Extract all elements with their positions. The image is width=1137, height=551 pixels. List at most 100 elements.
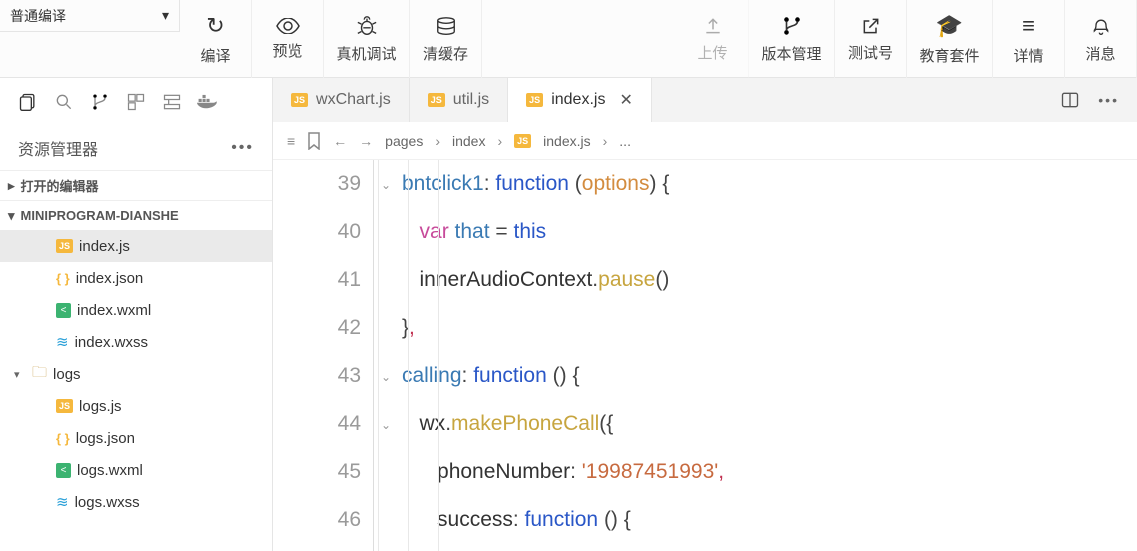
js-file-icon: JS: [428, 93, 445, 107]
explorer-header: 资源管理器 •••: [0, 126, 272, 170]
tree-file[interactable]: { }index.json: [0, 262, 272, 294]
tree-file[interactable]: JS index.js: [0, 230, 272, 262]
split-editor-icon[interactable]: [1060, 90, 1080, 110]
tree-folder[interactable]: ▾ 🗀 logs: [0, 358, 272, 390]
tree-file[interactable]: <index.wxml: [0, 294, 272, 326]
editor-more-icon[interactable]: •••: [1098, 92, 1119, 108]
tree-file[interactable]: { }logs.json: [0, 422, 272, 454]
branch-icon: [781, 15, 803, 37]
nav-forward-icon[interactable]: →: [359, 133, 373, 149]
file-tree: JS index.js { }index.json<index.wxml≋index…: [0, 230, 272, 518]
extensions-tab-icon[interactable]: [120, 86, 152, 118]
test-account-button[interactable]: 测试号: [835, 0, 907, 78]
tree-item-label: logs.json: [76, 430, 135, 447]
chevron-right-icon: ▸: [8, 178, 15, 194]
wxml-file-icon: <: [56, 303, 71, 318]
remote-debug-button[interactable]: 真机调试: [324, 0, 410, 78]
graduation-icon: 🎓: [936, 13, 963, 39]
code-line[interactable]: },: [402, 316, 1137, 364]
line-gutter: 39⌄40414243⌄44⌄4546: [273, 160, 373, 551]
compile-mode-label: 普通编译: [10, 6, 66, 26]
tree-item-label: logs.js: [79, 398, 122, 415]
line-number: 40: [273, 220, 373, 268]
bell-icon: [1091, 15, 1111, 37]
code-line[interactable]: success: function () {: [402, 508, 1137, 551]
tree-item-label: logs.wxss: [75, 494, 140, 511]
line-number: 39⌄: [273, 172, 373, 220]
js-file-icon: JS: [291, 93, 308, 107]
line-number: 43⌄: [273, 364, 373, 412]
vcs-button[interactable]: 版本管理: [749, 0, 835, 78]
code-line[interactable]: calling: function () {: [402, 364, 1137, 412]
chevron-down-icon: ▾: [14, 368, 20, 381]
eye-icon: [276, 18, 300, 34]
code-line[interactable]: innerAudioContext.pause(): [402, 268, 1137, 316]
line-number: 42: [273, 316, 373, 364]
external-icon: [861, 16, 881, 36]
tree-file[interactable]: JS logs.js: [0, 390, 272, 422]
project-header[interactable]: ▾ MINIPROGRAM-DIANSHE: [0, 200, 272, 230]
json-file-icon: { }: [56, 271, 70, 286]
top-toolbar: 普通编译 ▾ ↻ 编译 预览 真机调试 清缓存: [0, 0, 1137, 78]
code-area[interactable]: 39⌄40414243⌄44⌄4546 bntclick1: function …: [273, 160, 1137, 551]
js-file-icon: JS: [56, 239, 73, 253]
tree-file[interactable]: ≋logs.wxss: [0, 486, 272, 518]
explorer-more-icon[interactable]: •••: [231, 139, 254, 157]
nav-back-icon[interactable]: ←: [333, 133, 347, 149]
toolbar-left-group: ↻ 编译 预览 真机调试 清缓存 上传: [180, 0, 1137, 78]
js-file-icon: JS: [526, 93, 543, 107]
wxss-file-icon: ≋: [56, 333, 69, 351]
messages-button[interactable]: 消息: [1065, 0, 1137, 78]
crumb-pages[interactable]: pages: [385, 133, 423, 149]
editor-tabs: JSwxChart.jsJSutil.jsJSindex.js✕ •••: [273, 78, 1137, 122]
folder-icon: 🗀: [32, 362, 47, 387]
editor-tab[interactable]: JSutil.js: [410, 78, 508, 122]
preview-button[interactable]: 预览: [252, 0, 324, 78]
list-icon[interactable]: ≡: [287, 133, 295, 149]
stack-icon: [435, 15, 457, 37]
close-icon[interactable]: ✕: [619, 90, 632, 110]
line-number: 44⌄: [273, 412, 373, 460]
code-line[interactable]: var that = this: [402, 220, 1137, 268]
tree-file[interactable]: <logs.wxml: [0, 454, 272, 486]
code-body[interactable]: bntclick1: function (options) { var that…: [373, 160, 1137, 551]
editor-tab[interactable]: JS index.js ✕: [508, 78, 652, 122]
tree-item-label: logs: [53, 366, 81, 383]
code-line[interactable]: phoneNumber: '19987451993',: [402, 460, 1137, 508]
docker-tab-icon[interactable]: [192, 86, 224, 118]
activity-bar: [0, 78, 272, 126]
compile-mode-select[interactable]: 普通编译 ▾: [0, 0, 180, 32]
edu-suite-button[interactable]: 🎓 教育套件: [907, 0, 993, 78]
js-file-icon: JS: [56, 399, 73, 413]
tree-file[interactable]: ≋index.wxss: [0, 326, 272, 358]
bug-icon: [356, 15, 378, 37]
wxml-file-icon: <: [56, 463, 71, 478]
search-tab-icon[interactable]: [48, 86, 80, 118]
details-button[interactable]: ≡ 详情: [993, 0, 1065, 78]
compile-button[interactable]: ↻ 编译: [180, 0, 252, 78]
tab-label: wxChart.js: [316, 91, 391, 109]
js-file-icon: JS: [514, 134, 531, 148]
code-line[interactable]: bntclick1: function (options) {: [402, 172, 1137, 220]
scm-tab-icon[interactable]: [84, 86, 116, 118]
line-number: 46: [273, 508, 373, 551]
upload-icon: [703, 16, 723, 36]
editor-pane: JSwxChart.jsJSutil.jsJSindex.js✕ ••• ≡ ←…: [273, 78, 1137, 551]
refresh-icon: ↻: [206, 13, 224, 39]
crumb-file[interactable]: index.js: [543, 133, 590, 149]
code-line[interactable]: wx.makePhoneCall({: [402, 412, 1137, 460]
tab-label: index.js: [551, 91, 605, 109]
open-editors-header[interactable]: ▸ 打开的编辑器: [0, 170, 272, 200]
clear-cache-button[interactable]: 清缓存: [410, 0, 482, 78]
tree-item-label: index.js: [79, 238, 130, 255]
editor-tab[interactable]: JS wxChart.js: [273, 78, 410, 122]
line-number: 45: [273, 460, 373, 508]
crumb-more[interactable]: ...: [619, 133, 631, 149]
schema-tab-icon[interactable]: [156, 86, 188, 118]
bookmark-icon[interactable]: [307, 132, 321, 150]
explorer-tab-icon[interactable]: [12, 86, 44, 118]
upload-button: 上传: [677, 0, 749, 78]
explorer-title: 资源管理器: [18, 136, 98, 160]
crumb-index[interactable]: index: [452, 133, 485, 149]
chevron-down-icon: ▾: [8, 208, 15, 224]
